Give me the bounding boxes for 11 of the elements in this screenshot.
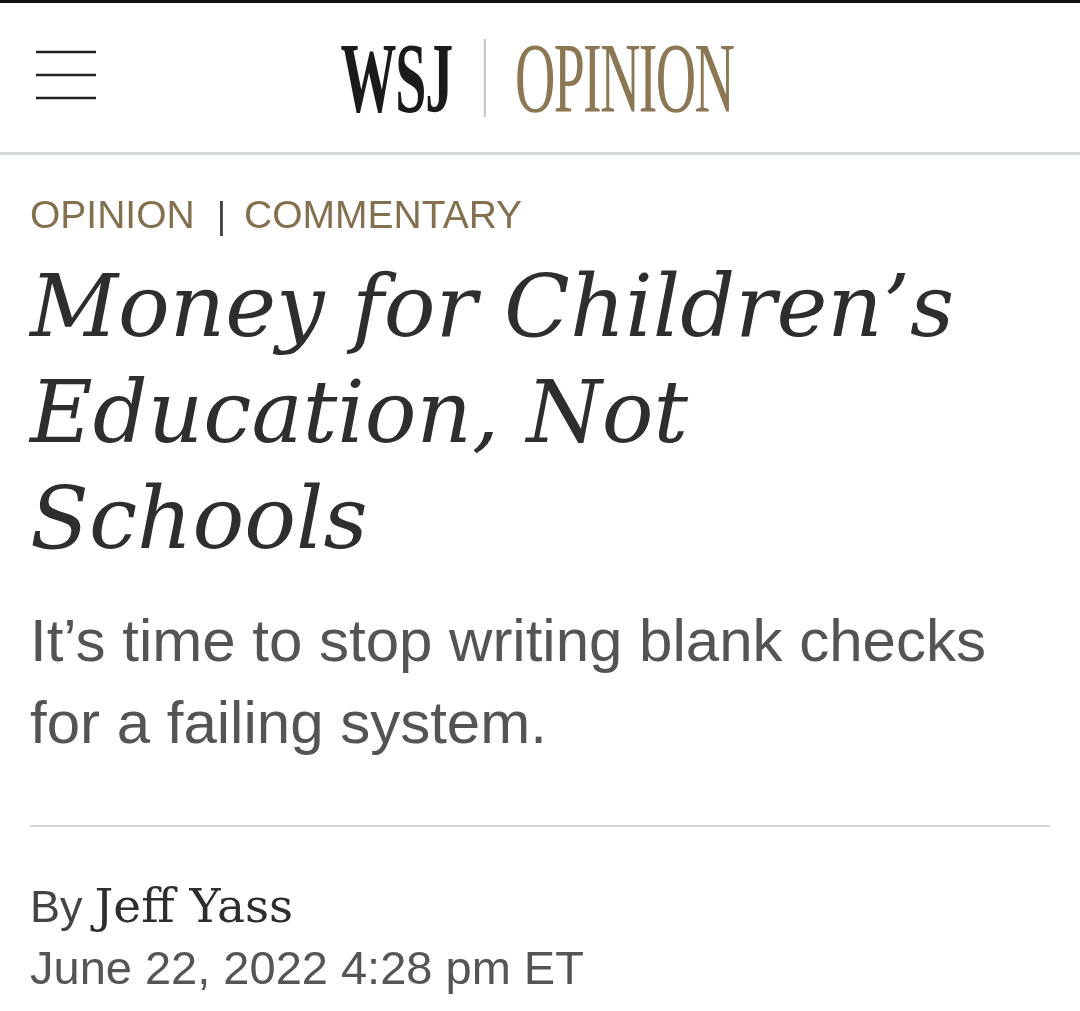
byline-prefix: By: [30, 880, 83, 934]
breadcrumb-link[interactable]: COMMENTARY: [244, 193, 523, 237]
breadcrumb-separator: |: [216, 194, 227, 238]
menu-icon: [36, 49, 96, 101]
article-subheadline: It’s time to stop writing blank checks for a failing system.: [30, 606, 987, 758]
article-headline: Money for Children’s Education, Not Schools: [30, 255, 956, 570]
logo-masthead[interactable]: WSJ: [340, 27, 453, 128]
publish-date: June 22, 2022 4:28 pm ET: [30, 940, 585, 996]
logo-section[interactable]: OPINION: [515, 27, 734, 128]
breadcrumb-link[interactable]: OPINION: [30, 193, 195, 237]
menu-button[interactable]: [36, 49, 96, 101]
